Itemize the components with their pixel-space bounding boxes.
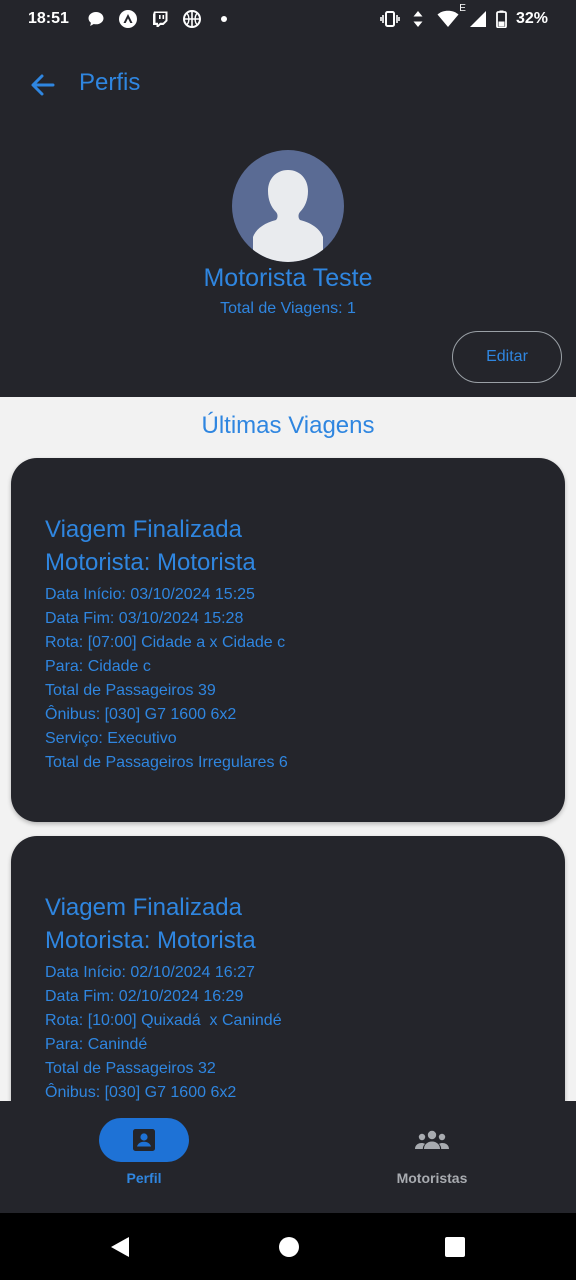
- system-back-button[interactable]: [108, 1235, 132, 1259]
- bottom-navigation: Perfil Motoristas: [0, 1101, 576, 1213]
- trip-service: Serviço: Executivo: [45, 730, 177, 747]
- battery-percent: 32%: [515, 10, 548, 27]
- signal-icon: [468, 9, 488, 29]
- trip-destination: Para: Canindé: [45, 1036, 148, 1053]
- system-home-button[interactable]: [277, 1235, 301, 1259]
- nav-label-drivers: Motoristas: [396, 1170, 468, 1186]
- system-navigation-bar: [0, 1213, 576, 1280]
- recent-trips-title: Últimas Viagens: [201, 412, 375, 439]
- total-trips-label: Total de Viagens: 1: [220, 300, 356, 317]
- vpn-icon: [118, 9, 138, 29]
- nav-item-drivers[interactable]: Motoristas: [332, 1118, 532, 1186]
- person-silhouette-icon: [253, 170, 323, 262]
- square-recents-icon: [445, 1237, 465, 1257]
- notification-icons: [86, 9, 234, 29]
- battery-icon: [496, 9, 508, 29]
- nav-active-indicator: [99, 1118, 189, 1162]
- dot-icon: [214, 9, 234, 29]
- edit-button[interactable]: Editar: [452, 331, 562, 383]
- profile-header: Perfis Motorista Teste Total de Viagens:…: [0, 38, 576, 397]
- back-button[interactable]: [26, 68, 60, 102]
- triangle-back-icon: [111, 1237, 129, 1257]
- network-type-label: E: [459, 3, 466, 14]
- chat-bubble-icon: [86, 9, 106, 29]
- profile-name: Motorista Teste: [203, 264, 373, 292]
- circle-home-icon: [279, 1237, 299, 1257]
- trip-passengers: Total de Passageiros 39: [45, 682, 216, 699]
- trip-end-date: Data Fim: 03/10/2024 15:28: [45, 610, 244, 627]
- trip-destination: Para: Cidade c: [45, 658, 151, 675]
- trip-bus: Ônibus: [030] G7 1600 6x2: [45, 706, 237, 723]
- trip-start-date: Data Início: 02/10/2024 16:27: [45, 964, 255, 981]
- trip-route: Rota: [10:00] Quixadá x Canindé: [45, 1012, 282, 1029]
- system-recents-button[interactable]: [443, 1235, 467, 1259]
- profile-card-icon: [133, 1129, 155, 1151]
- group-icon: [415, 1130, 449, 1149]
- trip-passengers: Total de Passageiros 32: [45, 1060, 216, 1077]
- trip-status: Viagem Finalizada: [45, 516, 243, 543]
- trip-route: Rota: [07:00] Cidade a x Cidade c: [45, 634, 286, 651]
- system-status-icons: E 32%: [380, 3, 548, 29]
- trip-driver: Motorista: Motorista: [45, 549, 256, 576]
- nav-icon-container: [387, 1118, 477, 1162]
- basketball-icon: [182, 9, 202, 29]
- arrow-left-icon: [31, 74, 55, 96]
- nav-item-profile[interactable]: Perfil: [44, 1118, 244, 1186]
- vibrate-icon: [380, 9, 400, 29]
- trip-start-date: Data Início: 03/10/2024 15:25: [45, 586, 255, 603]
- trip-card[interactable]: Viagem Finalizada Motorista: Motorista D…: [11, 458, 565, 822]
- trip-irregular-passengers: Total de Passageiros Irregulares 6: [45, 754, 288, 771]
- page-title: Perfis: [79, 69, 141, 96]
- status-time: 18:51: [28, 10, 69, 27]
- trip-driver: Motorista: Motorista: [45, 927, 256, 954]
- status-bar: 18:51 E 32%: [0, 0, 576, 38]
- trip-card[interactable]: Viagem Finalizada Motorista: Motorista D…: [11, 836, 565, 1136]
- twitch-icon: [150, 9, 170, 29]
- trip-end-date: Data Fim: 02/10/2024 16:29: [45, 988, 244, 1005]
- avatar: [232, 150, 344, 262]
- trip-status: Viagem Finalizada: [45, 894, 243, 921]
- nav-label-profile: Perfil: [126, 1170, 162, 1186]
- wifi-icon: E: [436, 3, 466, 29]
- data-arrows-icon: [408, 9, 428, 29]
